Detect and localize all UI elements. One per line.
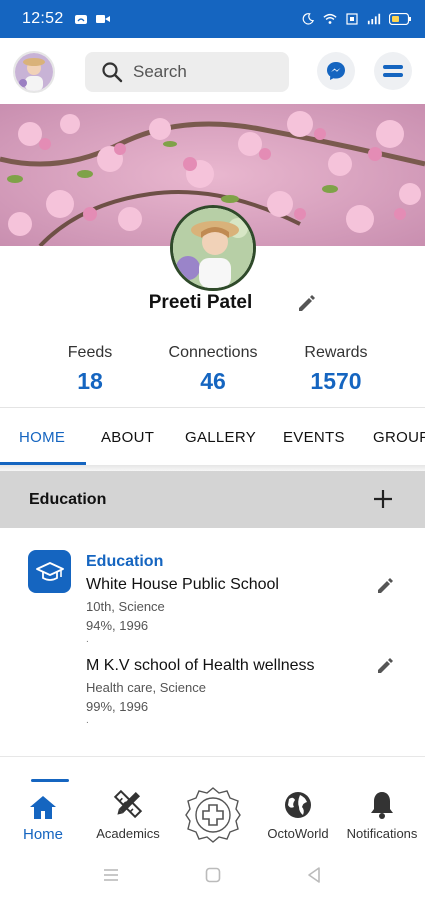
nav-label: Academics [96, 826, 160, 841]
nav-notifications[interactable]: Notifications [340, 788, 424, 841]
nav-octoworld[interactable]: OctoWorld [262, 788, 334, 841]
status-bar: 12:52 [0, 0, 425, 38]
stat-value: 1570 [310, 368, 362, 394]
content-divider [0, 756, 425, 757]
entry-marker: . [86, 634, 89, 645]
profile-stats: Feeds 18 Connections 46 Rewards 1570 [0, 344, 425, 404]
education-entry: White House Public School 10th, Science … [86, 576, 366, 645]
home-system-icon[interactable] [204, 866, 222, 884]
avatar-photo [15, 53, 53, 91]
score-year: 94%, 1996 [86, 618, 149, 633]
pencil-icon[interactable] [376, 575, 396, 595]
course-detail: 10th, Science [86, 599, 165, 614]
bell-icon [371, 792, 393, 819]
add-icon[interactable] [371, 487, 395, 511]
school-name: M K.V school of Health wellness [86, 657, 315, 674]
academics-icon [113, 789, 143, 819]
search-input[interactable] [133, 62, 273, 82]
stat-feeds[interactable]: Feeds 18 [52, 344, 128, 395]
tab-group[interactable]: GROUP [373, 408, 425, 466]
wifi-icon [323, 13, 337, 24]
search-icon [102, 62, 123, 83]
system-navigation-bar [0, 850, 425, 900]
stat-label: Rewards [304, 344, 368, 361]
graduation-cap-icon [28, 550, 71, 593]
stat-connections[interactable]: Connections 46 [158, 344, 268, 395]
nav-label: OctoWorld [267, 826, 329, 841]
nav-label: Home [22, 826, 63, 843]
education-section-header: Education [0, 471, 425, 528]
signal-icon [367, 13, 381, 25]
tab-home[interactable]: HOME [19, 408, 65, 466]
pencil-icon[interactable] [376, 655, 396, 675]
recents-icon[interactable] [102, 866, 120, 884]
tab-gallery[interactable]: GALLERY [185, 408, 256, 466]
nav-active-indicator [31, 779, 69, 782]
video-icon [95, 15, 110, 23]
top-app-bar [0, 38, 425, 104]
lte-icon [346, 13, 358, 25]
section-title: Education [29, 490, 107, 508]
entry-marker: . [86, 715, 89, 726]
home-icon [30, 796, 56, 819]
pencil-icon [299, 295, 315, 311]
moon-icon [302, 13, 315, 25]
messenger-icon [327, 62, 345, 80]
stat-value: 18 [77, 368, 103, 394]
nav-academics[interactable]: Academics [90, 788, 166, 841]
edit-profile-button[interactable] [294, 290, 320, 316]
menu-icon [383, 65, 403, 77]
stat-label: Connections [168, 344, 258, 361]
tab-events[interactable]: EVENTS [283, 408, 345, 466]
status-time: 12:52 [22, 10, 64, 27]
profile-picture[interactable] [170, 205, 256, 291]
add-post-icon [185, 787, 241, 843]
add-post-button[interactable] [184, 786, 242, 844]
profile-avatar[interactable] [13, 51, 55, 93]
profile-name: Preeti Patel [0, 292, 425, 314]
profile-tabs: HOME ABOUT GALLERY EVENTS GROUP [0, 407, 425, 465]
stat-value: 46 [200, 368, 226, 394]
profile-photo [173, 208, 253, 288]
education-entry: M K.V school of Health wellness Health c… [86, 657, 366, 726]
globe-icon [285, 792, 311, 818]
education-heading: Education [86, 553, 164, 570]
messenger-button[interactable] [317, 52, 355, 90]
search-bar[interactable] [85, 52, 289, 92]
bottom-navigation: Home Academics OctoWorld Notifications [0, 770, 425, 850]
back-icon[interactable] [305, 866, 323, 884]
profile-name-text: Preeti Patel [148, 292, 253, 313]
nav-home[interactable]: Home [16, 788, 70, 843]
battery-icon [389, 13, 411, 25]
nav-label: Notifications [346, 826, 418, 841]
menu-button[interactable] [374, 52, 412, 90]
school-name: White House Public School [86, 576, 279, 593]
stat-label: Feeds [67, 344, 113, 361]
tab-about[interactable]: ABOUT [101, 408, 154, 466]
cloud-icon [74, 15, 87, 24]
score-year: 99%, 1996 [86, 699, 149, 714]
course-detail: Health care, Science [86, 680, 206, 695]
stat-rewards[interactable]: Rewards 1570 [294, 344, 378, 395]
